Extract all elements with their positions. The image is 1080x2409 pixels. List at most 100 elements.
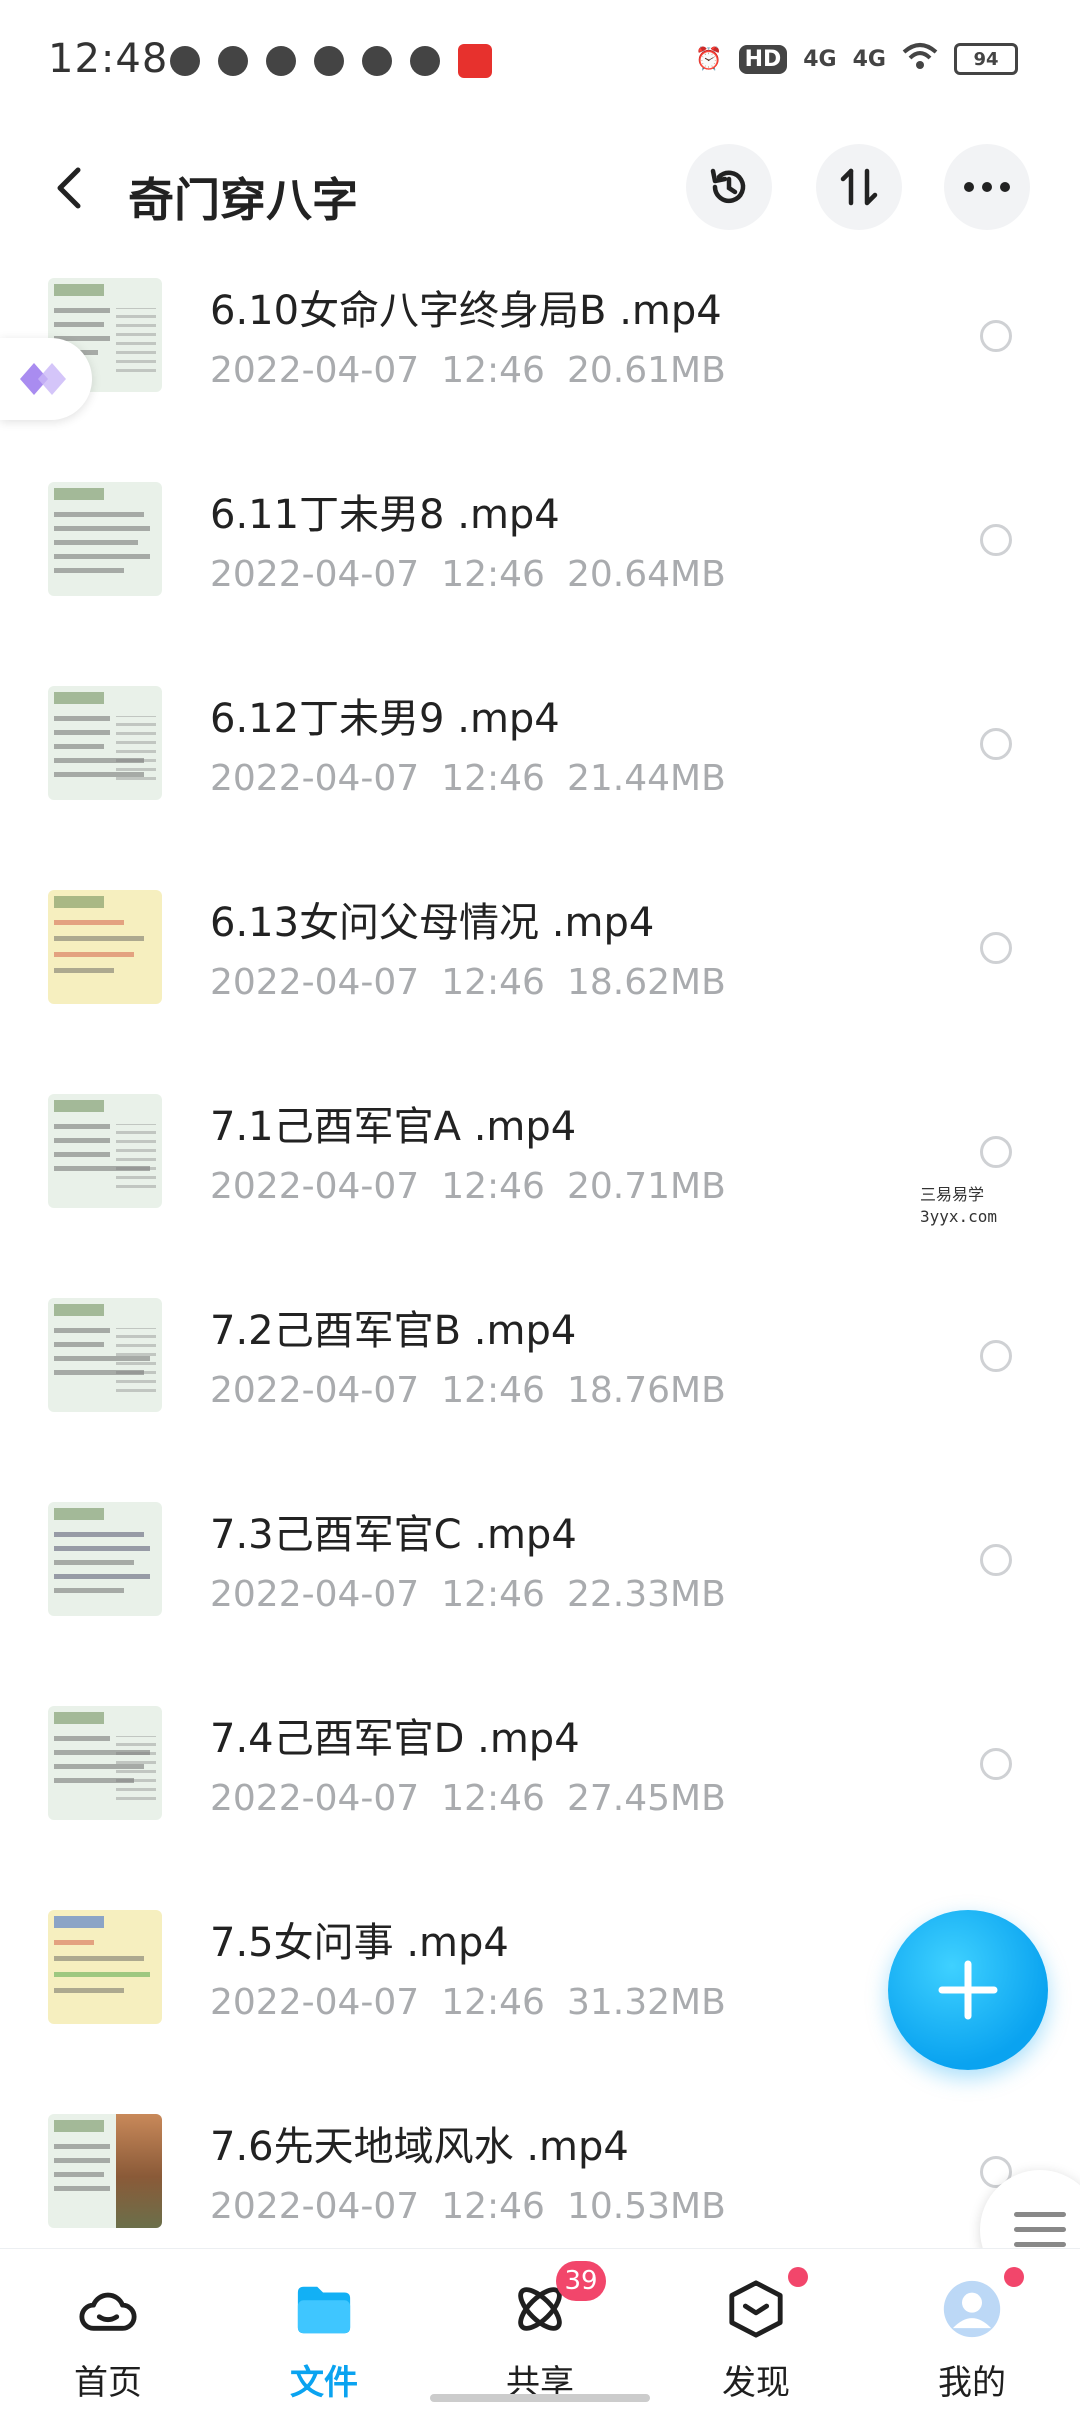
history-button[interactable] — [686, 144, 772, 230]
nav-label: 我的 — [938, 2363, 1006, 2403]
file-date: 2022-04-07 — [210, 1166, 420, 1207]
nav-label: 文件 — [290, 2363, 358, 2403]
select-checkbox[interactable] — [980, 728, 1012, 760]
file-size: 22.33MB — [566, 1574, 726, 1615]
speedometer-icon — [218, 46, 248, 76]
file-row[interactable]: 6.11丁未男8 .mp4 2022-04-07 12:46 20.64MB — [0, 462, 1080, 666]
cloud-icon — [362, 46, 392, 76]
file-date: 2022-04-07 — [210, 350, 420, 391]
select-checkbox[interactable] — [980, 1544, 1012, 1576]
file-meta: 2022-04-07 12:46 18.76MB — [210, 1370, 748, 1411]
floating-side-tab[interactable] — [0, 338, 92, 420]
file-row[interactable]: 6.12丁未男9 .mp4 2022-04-07 12:46 21.44MB — [0, 666, 1080, 870]
notification-dot — [788, 2267, 808, 2287]
file-name: 6.13女问父母情况 .mp4 — [210, 900, 655, 946]
alarm-icon: ⏰ — [695, 46, 723, 72]
file-name: 6.10女命八字终身局B .mp4 — [210, 288, 722, 334]
home-indicator — [430, 2394, 650, 2402]
signal-4g-icon: 4G — [852, 46, 886, 72]
page-title: 奇门穿八字 — [128, 173, 358, 227]
nav-item-share[interactable]: 39 共享 — [432, 2249, 648, 2409]
select-checkbox[interactable] — [980, 1748, 1012, 1780]
cloud-home-icon — [78, 2279, 138, 2339]
nav-item-home[interactable]: 首页 — [0, 2249, 216, 2409]
app-notification-icon — [458, 44, 492, 78]
more-button[interactable] — [944, 144, 1030, 230]
file-meta: 2022-04-07 12:46 10.53MB — [210, 2186, 748, 2227]
file-time: 12:46 — [441, 1370, 545, 1411]
file-row[interactable]: 7.4己酉军官D .mp4 2022-04-07 12:46 27.45MB — [0, 1686, 1080, 1890]
file-name: 7.4己酉军官D .mp4 — [210, 1716, 580, 1762]
file-date: 2022-04-07 — [210, 1574, 420, 1615]
history-icon — [710, 168, 746, 204]
status-bar: 12:48 ⏰ HD 4G 4G 94 — [0, 0, 1080, 118]
status-time: 12:48 — [48, 36, 169, 82]
sort-button[interactable] — [816, 144, 902, 230]
nav-label: 首页 — [74, 2363, 142, 2403]
fire-icon — [314, 46, 344, 76]
select-checkbox[interactable] — [980, 1340, 1012, 1372]
select-checkbox[interactable] — [980, 320, 1012, 352]
watermark-line: 3yyx.com — [920, 1207, 998, 1226]
file-meta: 2022-04-07 12:46 31.32MB — [210, 1982, 748, 2023]
file-date: 2022-04-07 — [210, 758, 420, 799]
file-meta: 2022-04-07 12:46 20.61MB — [210, 350, 748, 391]
video-thumbnail — [48, 1298, 162, 1412]
file-date: 2022-04-07 — [210, 962, 420, 1003]
file-size: 27.45MB — [566, 1778, 726, 1819]
file-meta: 2022-04-07 12:46 18.62MB — [210, 962, 748, 1003]
file-name: 6.12丁未男9 .mp4 — [210, 696, 560, 742]
more-horizontal-icon — [964, 182, 1010, 192]
add-button[interactable] — [888, 1910, 1048, 2070]
back-button[interactable] — [42, 160, 98, 216]
file-row[interactable]: 6.13女问父母情况 .mp4 2022-04-07 12:46 18.62MB — [0, 870, 1080, 1074]
file-time: 12:46 — [441, 1166, 545, 1207]
file-meta: 2022-04-07 12:46 27.45MB — [210, 1778, 748, 1819]
wifi-icon — [902, 42, 938, 76]
file-size: 10.53MB — [566, 2186, 726, 2227]
select-checkbox[interactable] — [980, 932, 1012, 964]
notification-badge: 39 — [556, 2261, 606, 2301]
file-name: 7.3己酉军官C .mp4 — [210, 1512, 577, 1558]
file-time: 12:46 — [441, 1982, 545, 2023]
nav-item-files[interactable]: 文件 — [216, 2249, 432, 2409]
video-thumbnail — [48, 1706, 162, 1820]
file-size: 20.61MB — [566, 350, 726, 391]
watermark-line: 三易易学 — [920, 1185, 985, 1204]
file-time: 12:46 — [441, 554, 545, 595]
file-meta: 2022-04-07 12:46 22.33MB — [210, 1574, 748, 1615]
discover-cube-icon — [726, 2279, 786, 2339]
notification-dot — [1004, 2267, 1024, 2287]
nav-item-discover[interactable]: 发现 — [648, 2249, 864, 2409]
file-time: 12:46 — [441, 758, 545, 799]
file-row[interactable]: 7.3己酉军官C .mp4 2022-04-07 12:46 22.33MB — [0, 1482, 1080, 1686]
notification-icons — [170, 44, 492, 78]
file-row[interactable]: 7.1己酉军官A .mp4 2022-04-07 12:46 20.71MB — [0, 1074, 1080, 1278]
file-name: 7.5女问事 .mp4 — [210, 1920, 509, 1966]
link-icon — [170, 46, 200, 76]
file-size: 21.44MB — [566, 758, 726, 799]
video-thumbnail — [48, 686, 162, 800]
file-row[interactable]: 7.2己酉军官B .mp4 2022-04-07 12:46 18.76MB — [0, 1278, 1080, 1482]
link-icon — [410, 46, 440, 76]
file-time: 12:46 — [441, 962, 545, 1003]
diamond-shortcut-icon — [20, 363, 66, 395]
file-time: 12:46 — [441, 2186, 545, 2227]
video-thumbnail — [48, 1502, 162, 1616]
battery-icon: 94 — [954, 43, 1018, 75]
file-size: 18.76MB — [566, 1370, 726, 1411]
file-row[interactable]: 6.10女命八字终身局B .mp4 2022-04-07 12:46 20.61MB — [0, 258, 1080, 462]
select-checkbox[interactable] — [980, 524, 1012, 556]
file-size: 18.62MB — [566, 962, 726, 1003]
nav-item-me[interactable]: 我的 — [864, 2249, 1080, 2409]
file-name: 6.11丁未男8 .mp4 — [210, 492, 560, 538]
file-time: 12:46 — [441, 1574, 545, 1615]
file-time: 12:46 — [441, 350, 545, 391]
file-name: 7.2己酉军官B .mp4 — [210, 1308, 577, 1354]
file-date: 2022-04-07 — [210, 2186, 420, 2227]
file-time: 12:46 — [441, 1778, 545, 1819]
file-name: 7.6先天地域风水 .mp4 — [210, 2124, 629, 2170]
header: 奇门穿八字 — [0, 118, 1080, 258]
select-checkbox[interactable] — [980, 1136, 1012, 1168]
signal-4g-icon: 4G — [803, 46, 837, 72]
